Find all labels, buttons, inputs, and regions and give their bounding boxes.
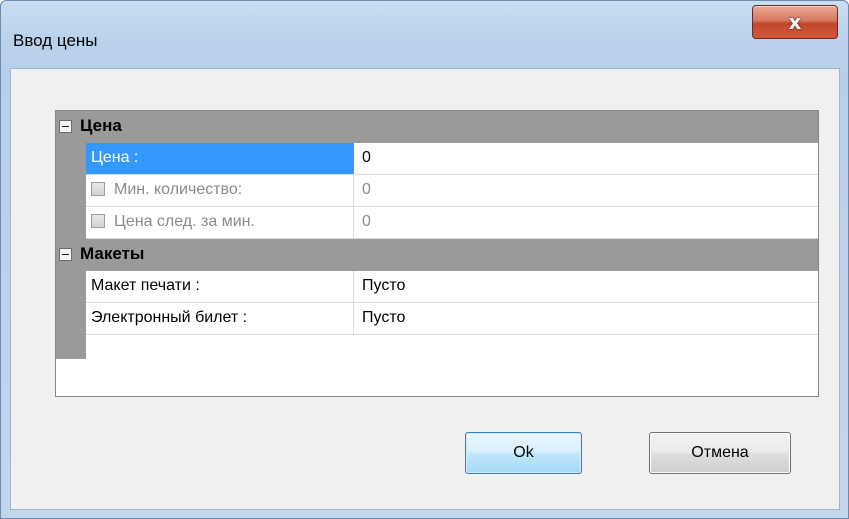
- min-quantity-checkbox[interactable]: [91, 182, 105, 196]
- collapse-icon[interactable]: [59, 248, 72, 261]
- property-row-e-ticket[interactable]: Электронный билет : Пусто: [86, 303, 818, 335]
- collapse-icon[interactable]: [59, 120, 72, 133]
- property-name[interactable]: Мин. количество:: [86, 175, 354, 206]
- cancel-button[interactable]: Отмена: [649, 432, 791, 474]
- window-title: Ввод цены: [13, 31, 98, 50]
- property-row-print-layout[interactable]: Макет печати : Пусто: [86, 271, 818, 303]
- property-value[interactable]: 0: [356, 175, 818, 206]
- property-row-next-price[interactable]: Цена след. за мин. 0: [86, 207, 818, 239]
- close-icon: x: [788, 10, 802, 34]
- dialog-window: Ввод цены x Цена Цена : 0 Мин. количеств…: [0, 0, 849, 519]
- category-row-layouts[interactable]: Макеты: [56, 239, 818, 271]
- property-name-label: Цена след. за мин.: [114, 213, 255, 230]
- category-label: Цена: [80, 116, 122, 135]
- property-name-label: Цена :: [91, 149, 139, 166]
- property-name[interactable]: Электронный билет :: [86, 303, 354, 334]
- close-button[interactable]: x: [752, 5, 838, 39]
- property-name-label: Макет печати :: [91, 277, 200, 294]
- property-name-label: Мин. количество:: [114, 181, 243, 198]
- property-value[interactable]: Пусто: [356, 271, 818, 302]
- property-name[interactable]: Цена :: [86, 143, 354, 174]
- property-name[interactable]: Цена след. за мин.: [86, 207, 354, 238]
- ok-button[interactable]: Ok: [465, 432, 582, 474]
- next-price-checkbox[interactable]: [91, 214, 105, 228]
- property-name-label: Электронный билет :: [91, 309, 248, 326]
- property-grid-gutter: [56, 111, 86, 359]
- property-row-min-quantity[interactable]: Мин. количество: 0: [86, 175, 818, 207]
- category-label: Макеты: [80, 244, 145, 263]
- property-grid[interactable]: Цена Цена : 0 Мин. количество: 0 Цена сл…: [55, 110, 819, 397]
- property-name[interactable]: Макет печати :: [86, 271, 354, 302]
- property-value[interactable]: 0: [356, 143, 818, 174]
- property-row-price[interactable]: Цена : 0: [86, 143, 818, 175]
- property-value[interactable]: Пусто: [356, 303, 818, 334]
- property-value[interactable]: 0: [356, 207, 818, 238]
- category-row-price[interactable]: Цена: [56, 111, 818, 143]
- dialog-client-area: Цена Цена : 0 Мин. количество: 0 Цена сл…: [10, 68, 840, 510]
